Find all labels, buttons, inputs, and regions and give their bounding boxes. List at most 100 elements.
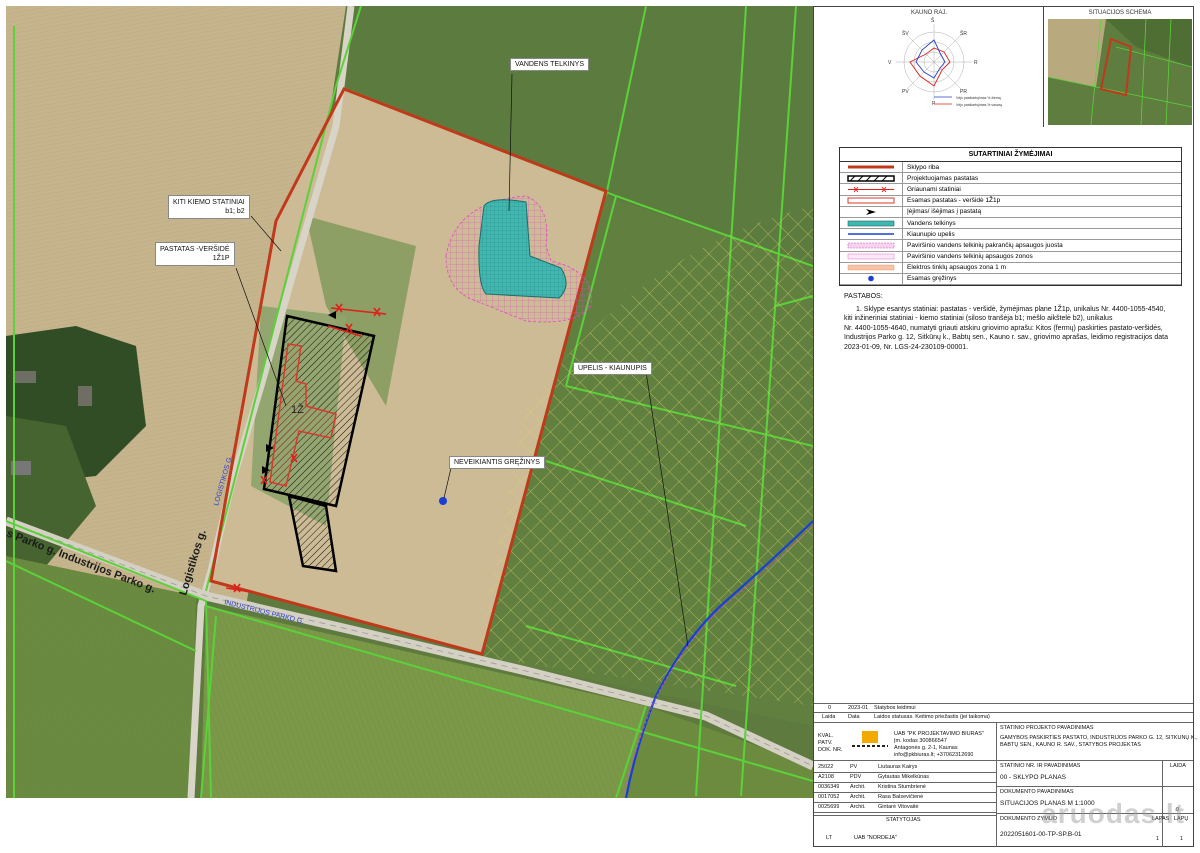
lapas-value: 1 <box>1156 836 1160 842</box>
label-water-body: VANDENS TELKINYS <box>510 58 589 71</box>
laida-header: LAIDA <box>1170 763 1186 769</box>
legend-symbol <box>840 162 903 173</box>
wind-rose-legend-1: Vėjo pasikartojimas % žiemą <box>956 96 1001 100</box>
legend-label: Vandens telkinys <box>907 219 956 227</box>
legend-label: Elektros tinklų apsaugos zona 1 m <box>907 264 1006 272</box>
legend-label: Esamas pastatas - veršidė 1Ž1p <box>907 197 1001 205</box>
legend-symbol <box>840 184 903 195</box>
legend-row: Paviršinio vandens telkinių apsaugos zon… <box>840 251 1181 263</box>
client-name: UAB "NORDEJA" <box>854 835 898 841</box>
legend-symbol <box>840 240 903 251</box>
legend-table: SUTARTINIAI ŽYMĖJIMAI Sklypo riba Projekt… <box>839 147 1182 287</box>
legend-row: Vandens telkinys <box>840 217 1181 230</box>
label-stream: UPELIS - KIAUNUPIS <box>573 362 652 375</box>
doc-header: DOKUMENTO PAVADINIMAS <box>1000 789 1074 795</box>
legend-label: Paviršinio vandens telkinių pakrančių ap… <box>907 241 1063 249</box>
person-name: Rasa Balsevičienė <box>878 794 924 800</box>
legend-row: Esamas pastatas - veršidė 1Ž1p <box>840 195 1181 207</box>
legend-row: Projektuojamas pastatas <box>840 173 1181 185</box>
qual-kval: KVAL. <box>818 733 834 739</box>
person-num: 0036349 <box>818 784 840 790</box>
legend-symbol <box>840 229 903 240</box>
person-name: Gintarė Vitovaitė <box>878 804 919 810</box>
person-num: 0025699 <box>818 804 840 810</box>
legend-row: Griaunami statiniai <box>840 184 1181 196</box>
legend-row: Paviršinio vandens telkinių pakrančių ap… <box>840 240 1181 252</box>
legend-title: SUTARTINIAI ŽYMĖJIMAI <box>840 148 1181 162</box>
doc-code: 2022051601-00-TP-SP.B-01 <box>1000 831 1082 838</box>
wind-dir-nw: ŠV <box>902 30 909 37</box>
company-code: Įm. kodas 300866547 <box>894 738 947 744</box>
company-logo <box>852 731 888 751</box>
wind-dir-se: PR <box>960 89 967 95</box>
wind-dir-e: R <box>974 60 978 66</box>
company-contact: info@pkbiuras.lt; +37062312690 <box>894 752 974 758</box>
legend-symbol <box>840 217 903 229</box>
legend-symbol <box>840 262 903 273</box>
wind-dir-w: V <box>888 60 892 66</box>
person-name: Gytautas Mikelkūnas <box>878 774 930 780</box>
client-header: STATYTOJAS <box>886 817 921 823</box>
rev-date: 2023-01 <box>848 705 869 711</box>
lapu-value: 1 <box>1180 836 1184 842</box>
person-role: PV <box>850 764 858 770</box>
person-num: 25022 <box>818 764 834 770</box>
person-role: Archit. <box>850 794 866 800</box>
person-role: Archit. <box>850 804 866 810</box>
rev-number: 0 <box>828 705 832 711</box>
rev-header-status: Laidos statusas. Keitimo priežastis (jei… <box>874 714 990 720</box>
wind-rose-diagram: Š ŠR R PR P PV V ŠV Vėjo pasikartojimas … <box>888 17 1002 107</box>
label-other-structures-line2: b1; b2 <box>225 208 245 215</box>
legend-row: Elektros tinklų apsaugos zona 1 m <box>840 262 1181 274</box>
watermark: aruodas.lt <box>1041 798 1185 829</box>
legend-symbol <box>840 195 903 206</box>
legend-row: Esamas gręžinys <box>840 273 1181 286</box>
label-other-structures: KITI KIEMO STATINIAI b1; b2 <box>168 195 250 219</box>
notes-line: kiti inžineriniai statiniai - kiemo stat… <box>844 315 1113 322</box>
company-name: UAB "PK PROJEKTAVIMO BIURAS" <box>894 731 984 737</box>
rev-description: Statybos leidimui <box>874 705 916 711</box>
person-num: 0017052 <box>818 794 840 800</box>
wind-rose-box: KAUNO RAJ. Š ŠR R PR P PV V ŠV Vėjo pasi… <box>814 7 1044 127</box>
wind-dir-sw: PV <box>902 89 909 95</box>
drawing-info-panel: KAUNO RAJ. Š ŠR R PR P PV V ŠV Vėjo pasi… <box>813 6 1198 847</box>
project-name-line2: BABTŲ SEN., KAUNO R. SAV., STATYBOS PROJ… <box>1000 742 1141 748</box>
existing-well <box>439 497 447 505</box>
project-name-header: STATINIO PROJEKTO PAVADINIMAS <box>1000 725 1094 731</box>
company-address: Antagonės g. 2-1, Kaunas <box>894 745 958 751</box>
legend-label: Kiaunupio upelis <box>907 230 955 238</box>
situation-scheme-box: SITUACIJOS SCHEMA <box>1046 7 1194 127</box>
legend-label: Projektuojamas pastatas <box>907 174 979 182</box>
situation-scheme-map <box>1047 18 1193 126</box>
rev-header-laida: Laida <box>822 714 836 720</box>
legend-symbol <box>840 206 903 217</box>
person-role: PDV <box>850 774 862 780</box>
notes-title: PASTABOS: <box>844 293 883 300</box>
rev-header-data: Data <box>848 714 860 720</box>
person-name: Liutauras Kairys <box>878 764 918 770</box>
legend-label: Paviršinio vandens telkinių apsaugos zon… <box>907 253 1033 261</box>
label-other-structures-line1: KITI KIEMO STATINIAI <box>173 199 245 206</box>
legend-row: Įėjimas/ išėjimas į pastatą <box>840 206 1181 218</box>
wind-dir-ne: ŠR <box>960 30 967 37</box>
label-building-line1: PASTATAS -VERŠIDĖ <box>160 246 230 253</box>
person-name: Kristina Stumbrienė <box>878 784 926 790</box>
label-well: NEVEIKIANTIS GRĘŽINYS <box>449 456 545 469</box>
legend-label: Esamas gręžinys <box>907 275 957 283</box>
legend-symbol <box>840 173 903 184</box>
legend-label: Sklypo riba <box>907 163 940 171</box>
wind-rose-legend-2: Vėjo pasikartojimas % vasarą <box>956 103 1002 107</box>
legend-symbol <box>840 251 903 262</box>
person-role: Archit. <box>850 784 866 790</box>
wind-dir-n: Š <box>931 17 935 24</box>
part-name: 00 - SKLYPO PLANAS <box>1000 774 1066 781</box>
notes-block: PASTABOS: 1. Sklype esantys statiniai: p… <box>844 292 1184 352</box>
label-building-line2: 1Ž1P <box>212 255 230 262</box>
notes-line: Industrijos Parko g. 12, Sitkūnų k., Bab… <box>844 334 1168 341</box>
legend-symbol <box>840 273 903 285</box>
legend-label: Įėjimas/ išėjimas į pastatą <box>907 208 982 216</box>
notes-line: 2023-01-09, Nr. LGS-24-230109-00001. <box>844 343 969 351</box>
notes-line: Nr. 4400-1055-4640, numatyti griauti ats… <box>844 324 1163 332</box>
project-name-line1: GAMYBOS PASKIRTIES PASTATO, INDUSTRIJOS … <box>1000 735 1198 741</box>
site-aerial-map: 1Ž s Parko g. Industrijos Parko g. Logis… <box>6 6 813 798</box>
